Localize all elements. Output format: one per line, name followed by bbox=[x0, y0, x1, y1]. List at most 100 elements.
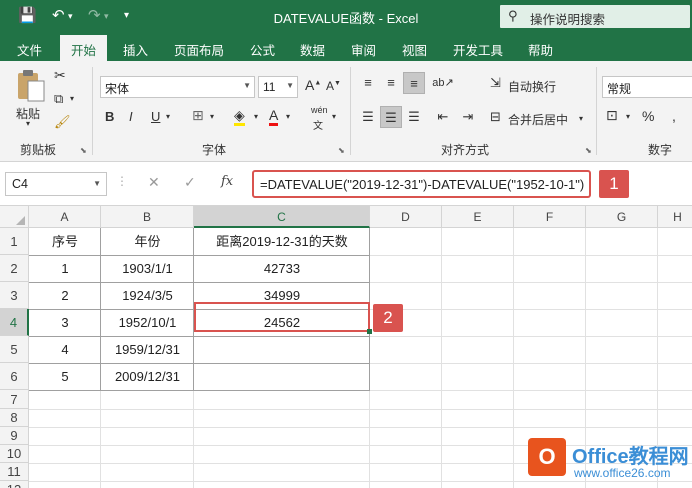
tab-data[interactable]: 数据 bbox=[300, 40, 325, 59]
number-format-select[interactable]: 常规 bbox=[602, 76, 692, 98]
watermark-url: www.office26.com bbox=[574, 466, 671, 480]
align-center-icon[interactable]: ☰ bbox=[380, 106, 402, 128]
select-all-button[interactable] bbox=[0, 206, 29, 228]
alignment-launcher-icon[interactable]: ⬊ bbox=[585, 146, 592, 155]
tab-page-layout[interactable]: 页面布局 bbox=[174, 40, 224, 59]
align-right-icon[interactable]: ☰ bbox=[403, 106, 425, 128]
border-dropdown-icon[interactable]: ▾ bbox=[210, 112, 214, 121]
table-cell[interactable]: 5 bbox=[29, 363, 101, 390]
insert-function-button[interactable]: fx bbox=[221, 174, 233, 189]
table-cell[interactable]: 2009/12/31 bbox=[101, 363, 194, 390]
paste-icon[interactable] bbox=[14, 69, 48, 105]
row-header[interactable]: 5 bbox=[0, 336, 29, 363]
align-left-icon[interactable]: ☰ bbox=[357, 106, 379, 128]
column-header[interactable]: H bbox=[658, 206, 692, 228]
group-separator bbox=[92, 67, 93, 155]
tab-formulas[interactable]: 公式 bbox=[250, 40, 275, 59]
row-header[interactable]: 7 bbox=[0, 390, 29, 409]
table-cell[interactable]: 1959/12/31 bbox=[101, 336, 194, 363]
grow-font-button[interactable]: A▲ bbox=[305, 77, 321, 93]
row-header[interactable]: 10 bbox=[0, 445, 29, 463]
paste-dropdown-icon[interactable]: ▾ bbox=[26, 119, 30, 128]
enter-icon[interactable]: ✓ bbox=[184, 174, 196, 191]
table-cell[interactable]: 1903/1/1 bbox=[101, 255, 194, 282]
bold-button[interactable]: B bbox=[105, 109, 114, 124]
column-header[interactable]: C bbox=[194, 206, 370, 228]
row-header[interactable]: 4 bbox=[0, 309, 29, 336]
copy-icon[interactable]: ⧉ bbox=[54, 91, 63, 107]
comma-style-icon[interactable]: , bbox=[672, 108, 676, 124]
row-header[interactable]: 12 bbox=[0, 481, 29, 488]
decrease-indent-icon[interactable]: ⇤ bbox=[432, 106, 454, 128]
fill-color-dropdown-icon[interactable]: ▾ bbox=[254, 112, 258, 121]
name-box[interactable]: C4 ▼ bbox=[5, 172, 107, 196]
column-header[interactable]: D bbox=[370, 206, 442, 228]
row-header[interactable]: 6 bbox=[0, 363, 29, 390]
orientation-icon[interactable]: ab↗ bbox=[432, 72, 454, 94]
table-cell[interactable]: 年份 bbox=[101, 228, 194, 255]
tab-insert[interactable]: 插入 bbox=[123, 40, 148, 59]
format-painter-icon[interactable]: 🖌 bbox=[54, 114, 71, 130]
tab-help[interactable]: 帮助 bbox=[528, 40, 553, 59]
row-header[interactable]: 9 bbox=[0, 427, 29, 445]
phonetic-dropdown-icon[interactable]: ▾ bbox=[332, 112, 336, 121]
column-header[interactable]: E bbox=[442, 206, 514, 228]
fill-color-icon[interactable]: ◈ bbox=[234, 107, 245, 126]
search-box[interactable]: ⚲ 操作说明搜索 bbox=[500, 5, 690, 28]
table-cell[interactable]: 2 bbox=[29, 282, 101, 309]
column-header[interactable]: B bbox=[101, 206, 194, 228]
table-cell[interactable]: 4 bbox=[29, 336, 101, 363]
currency-icon[interactable]: ⊡ bbox=[606, 107, 618, 124]
table-cell[interactable]: 1924/3/5 bbox=[101, 282, 194, 309]
increase-indent-icon[interactable]: ⇥ bbox=[457, 106, 479, 128]
table-cell[interactable]: 序号 bbox=[29, 228, 101, 255]
align-bottom-icon[interactable]: ≡ bbox=[403, 72, 425, 94]
table-cell[interactable]: 距离2019-12-31的天数 bbox=[194, 228, 370, 255]
underline-button[interactable]: U bbox=[151, 109, 160, 124]
table-cell[interactable]: 1 bbox=[29, 255, 101, 282]
italic-button[interactable]: I bbox=[129, 109, 133, 124]
tab-file[interactable]: 文件 bbox=[17, 40, 42, 59]
font-name-select[interactable]: 宋体 ▼ bbox=[100, 76, 255, 98]
merge-center-button[interactable]: 合并后居中 bbox=[508, 111, 568, 128]
table-cell[interactable]: 3 bbox=[29, 309, 101, 336]
cut-icon[interactable]: ✂ bbox=[54, 67, 66, 84]
row-header[interactable]: 3 bbox=[0, 282, 29, 309]
align-middle-icon[interactable]: ≡ bbox=[380, 72, 402, 94]
font-color-dropdown-icon[interactable]: ▾ bbox=[286, 112, 290, 121]
tab-developer[interactable]: 开发工具 bbox=[453, 40, 503, 59]
row-header[interactable]: 1 bbox=[0, 228, 29, 255]
row-header[interactable]: 8 bbox=[0, 409, 29, 427]
row-header[interactable]: 11 bbox=[0, 463, 29, 481]
formula-input[interactable]: =DATEVALUE("2019-12-31")-DATEVALUE("1952… bbox=[252, 170, 591, 198]
watermark-title: Office教程网 bbox=[572, 446, 689, 468]
column-header[interactable]: G bbox=[586, 206, 658, 228]
currency-dropdown-icon[interactable]: ▾ bbox=[626, 112, 630, 121]
percent-button[interactable]: % bbox=[642, 108, 654, 124]
font-size-value: 11 bbox=[263, 80, 276, 94]
copy-dropdown-icon[interactable]: ▾ bbox=[70, 94, 74, 103]
clipboard-launcher-icon[interactable]: ⬊ bbox=[80, 146, 87, 155]
wrap-text-button[interactable]: 自动换行 bbox=[508, 78, 556, 95]
shrink-font-button[interactable]: A▼ bbox=[326, 79, 341, 93]
font-size-select[interactable]: 11 ▼ bbox=[258, 76, 298, 98]
table-cell[interactable]: 1952/10/1 bbox=[101, 309, 194, 336]
column-header[interactable]: F bbox=[514, 206, 586, 228]
cancel-icon[interactable]: ✕ bbox=[148, 174, 160, 191]
align-top-icon[interactable]: ≡ bbox=[357, 72, 379, 94]
chevron-down-icon: ▼ bbox=[243, 81, 251, 90]
table-cell[interactable]: 42733 bbox=[194, 255, 370, 282]
column-header[interactable]: A bbox=[29, 206, 101, 228]
row-header[interactable]: 2 bbox=[0, 255, 29, 282]
tab-review[interactable]: 审阅 bbox=[351, 40, 376, 59]
clipboard-group-label: 剪贴板 bbox=[20, 143, 57, 157]
merge-dropdown-icon[interactable]: ▾ bbox=[579, 114, 583, 123]
phonetic-button[interactable]: wén bbox=[311, 105, 328, 115]
tab-home[interactable]: 开始 bbox=[60, 35, 108, 61]
font-color-button[interactable]: A bbox=[269, 107, 279, 126]
underline-dropdown-icon[interactable]: ▾ bbox=[166, 112, 170, 121]
tab-view[interactable]: 视图 bbox=[402, 40, 427, 59]
font-launcher-icon[interactable]: ⬊ bbox=[338, 146, 345, 155]
border-icon[interactable]: ⊞ bbox=[192, 107, 204, 124]
grow-font-label: A bbox=[305, 77, 315, 93]
